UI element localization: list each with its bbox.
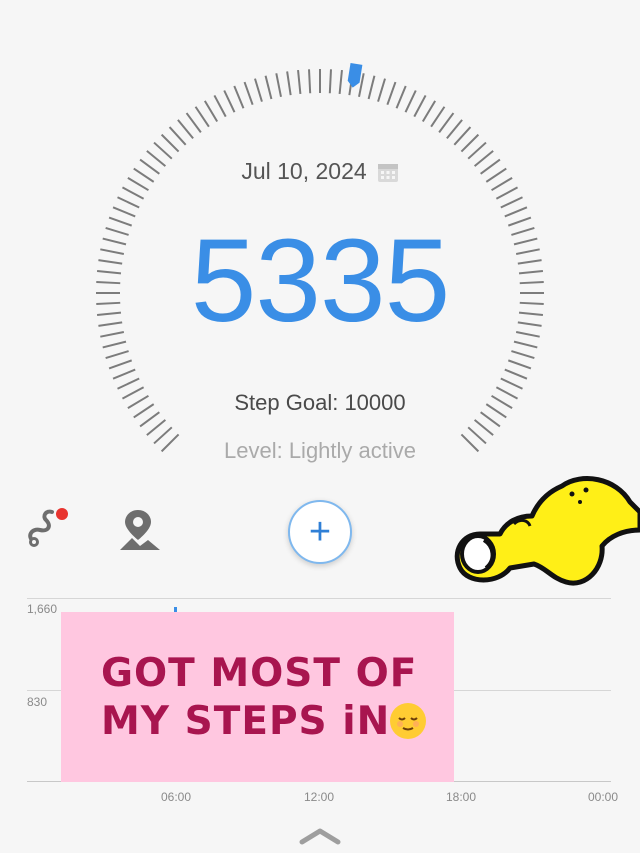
dial-tick [338,69,343,95]
dial-tick [286,71,292,96]
location-pin-icon[interactable] [118,508,162,557]
step-goal: Step Goal: 10000 [234,390,406,415]
dial-tick [168,126,187,146]
dial-tick [421,100,437,122]
dial-tick [446,119,463,140]
x-tick-label: 12:00 [303,790,335,804]
dial-tick [404,90,417,113]
dial-tick [160,133,180,153]
dial-tick [275,73,282,98]
dial-tick [504,368,528,380]
dial-tick [117,196,140,209]
gridline-top [27,598,611,599]
dial-tick [386,81,397,106]
dial-tick [223,90,236,113]
step-count: 5335 [190,215,451,347]
dial-tick [467,141,487,160]
dial-tick [112,206,136,218]
dial-tick [153,141,173,160]
activity-level: Level: Lightly active [224,438,416,463]
dial-tick [105,350,129,359]
x-tick-label: 00:00 [587,790,619,804]
y-tick-label: 830 [27,695,48,709]
dial-tick [507,359,532,370]
chevron-up-icon[interactable] [298,826,342,851]
x-tick-label: 18:00 [445,790,477,804]
dial-tick [453,126,472,146]
relieved-face-emoji [390,703,427,739]
dial-tick [500,196,523,209]
dial-tick [108,359,133,370]
dial-tick [194,106,210,128]
dial-tick [112,368,136,380]
sticker-line-2: MY STEPS iN [101,699,391,744]
dial-tick [377,78,386,102]
dial-tick [511,350,535,359]
dial-tick [177,119,194,140]
dial-tick [328,69,332,94]
calendar-icon[interactable] [377,161,399,183]
dial-tick [460,133,480,153]
dial-tick [504,206,528,218]
dial-tick [254,78,263,102]
x-tick-label: 06:00 [160,790,192,804]
dial-tick [102,340,127,349]
dial-tick [121,186,145,200]
dial-tick [430,106,446,128]
date-label: Jul 10, 2024 [241,158,367,184]
dial-tick [264,75,273,100]
dial-tick [308,69,312,94]
y-tick-label: 1,660 [27,602,58,616]
dial-tick [297,69,302,95]
dial-tick [413,94,427,118]
lying-character-sticker [454,472,640,597]
plus-icon: + [308,511,332,553]
dial-tick [367,75,376,100]
date-header[interactable]: Jul 10, 2024 [0,158,640,185]
dial-tick [117,377,140,390]
dial-tick [473,419,494,436]
dial-tick [513,340,538,349]
route-icon[interactable] [24,506,74,555]
dial-tick [395,85,407,109]
dial-tick [243,81,254,106]
notification-dot [56,508,68,520]
caption-sticker: GOT MOST OF MY STEPS iN [61,612,454,782]
add-button[interactable]: + [288,500,352,564]
dial-tick [500,377,523,390]
progress-marker [347,62,363,88]
dial-tick [185,112,202,133]
sticker-line-2-wrap: MY STEPS iN [101,698,441,746]
dial-tick [438,112,455,133]
dial-tick [233,85,245,109]
dial-tick [213,94,227,118]
dial-tick [203,100,219,122]
sticker-line-1: GOT MOST OF [101,651,418,696]
dial-tick [495,186,519,200]
dial-tick [146,419,167,436]
